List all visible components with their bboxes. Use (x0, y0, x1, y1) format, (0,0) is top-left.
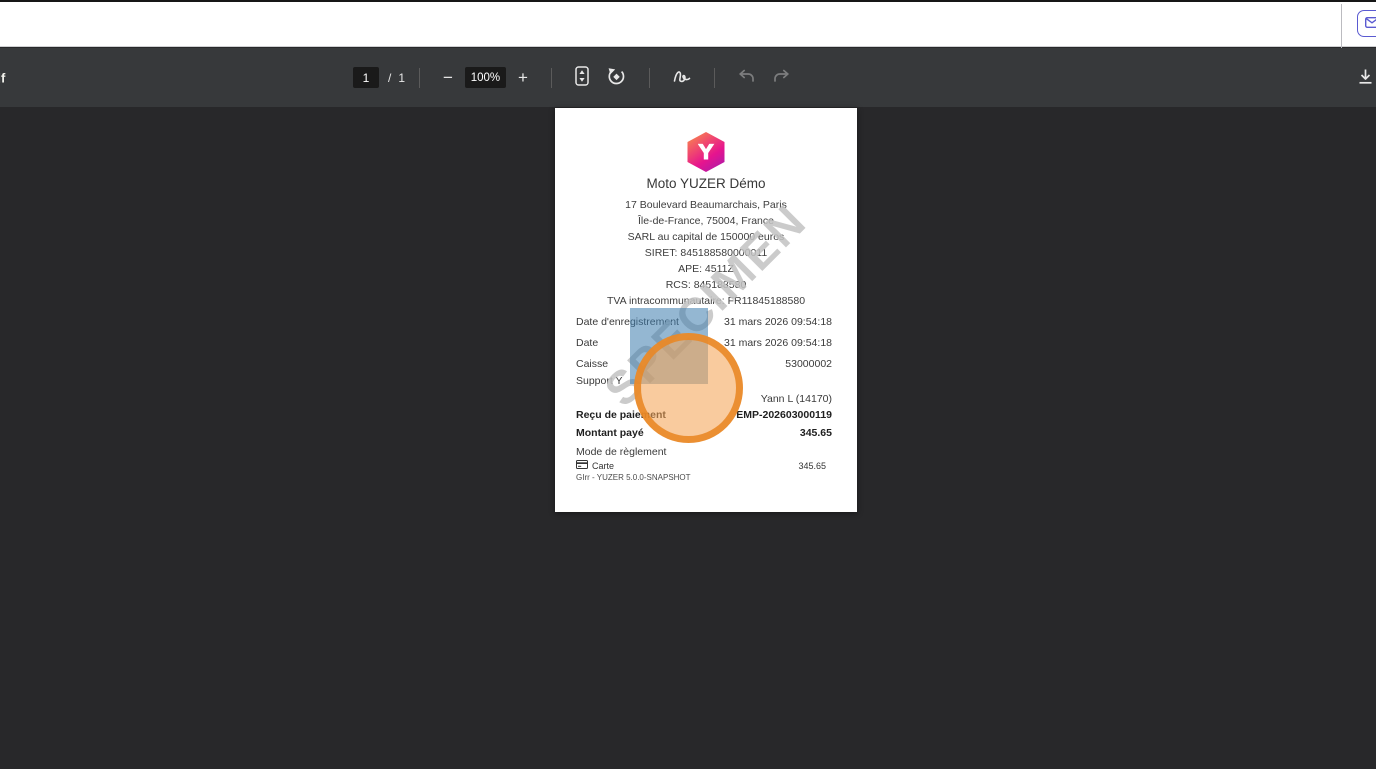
row-value: 53000002 (785, 358, 832, 370)
payment-method-label: Carte (592, 460, 615, 471)
toolbar-separator (550, 67, 552, 88)
undo-button[interactable] (729, 60, 764, 96)
row-value: 31 mars 2026 09:54:18 (724, 337, 832, 349)
browser-top-bar (0, 2, 1376, 49)
payment-section-label: Mode de règlement (576, 446, 667, 458)
row-label: Montant payé (576, 427, 644, 439)
minus-icon: − (443, 68, 453, 87)
annotate-icon (673, 69, 691, 87)
orange-circle-overlay (634, 333, 743, 443)
page-separator: / (388, 70, 392, 85)
merchant-name: Moto YUZER Démo (646, 176, 766, 191)
merchant-address-block: 17 Boulevard Beaumarchais, Paris Île-de-… (555, 197, 857, 309)
receipt-page: Moto YUZER Démo 17 Boulevard Beaumarchai… (555, 108, 857, 512)
zoom-in-button[interactable]: + (509, 60, 537, 96)
row-label: Support Y (576, 375, 623, 387)
toolbar-separator (648, 67, 650, 88)
address-line: Île-de-France, 75004, France (638, 215, 774, 227)
mail-icon (1365, 16, 1376, 31)
redo-button[interactable] (764, 60, 799, 96)
download-icon (1357, 69, 1374, 88)
row-value: Yann L (14170) (760, 393, 832, 405)
payment-method: Carte (576, 460, 614, 471)
row-value: 31 mars 2026 09:54:18 (724, 316, 832, 328)
annotate-button[interactable] (664, 60, 700, 96)
address-line: APE: 4511Z (678, 263, 734, 275)
zoom-level: 100% (464, 67, 506, 88)
redo-icon (773, 69, 790, 86)
zoom-out-button[interactable]: − (434, 60, 462, 96)
address-line: RCS: 845188580 (665, 279, 747, 291)
row-value: 345.65 (799, 427, 832, 439)
page-number-input[interactable] (353, 67, 379, 88)
document-filename: df (0, 70, 6, 85)
row-label: Date (576, 337, 599, 349)
undo-icon (738, 69, 755, 86)
row-value: EMP-202603000119 (736, 409, 832, 421)
payment-amount: 345.65 (798, 460, 826, 471)
toolbar-separator (419, 67, 421, 88)
toolbar-separator (713, 67, 715, 88)
topbar-divider (1341, 4, 1342, 49)
address-line: 17 Boulevard Beaumarchais, Paris (625, 199, 787, 211)
payment-method-row: Carte 345.65 (576, 460, 826, 471)
address-line: SARL au capital de 150000 euros (627, 231, 785, 243)
rotate-icon (607, 67, 626, 89)
pdf-viewer-canvas[interactable]: Moto YUZER Démo 17 Boulevard Beaumarchai… (0, 107, 1376, 769)
rotate-button[interactable] (598, 60, 635, 96)
page-total: 1 (398, 70, 406, 85)
download-button[interactable] (1353, 64, 1376, 92)
mail-button[interactable] (1357, 10, 1376, 37)
fit-page-button[interactable] (566, 60, 598, 96)
receipt-footer: GIrr - YUZER 5.0.0-SNAPSHOT (576, 473, 691, 482)
merchant-logo-icon (687, 132, 725, 172)
row-label: Caisse (576, 358, 609, 370)
address-line: SIRET: 845188580000011 (644, 247, 768, 259)
pdf-toolbar-controls: / 1 − 100% + (353, 48, 799, 107)
address-line: TVA intracommunautaire: FR11845188580 (606, 295, 806, 307)
pdf-toolbar: df / 1 − 100% + (0, 48, 1376, 107)
fit-page-icon (575, 66, 589, 89)
plus-icon: + (517, 68, 528, 87)
logo-y-glyph (697, 143, 715, 160)
card-icon (576, 460, 588, 471)
